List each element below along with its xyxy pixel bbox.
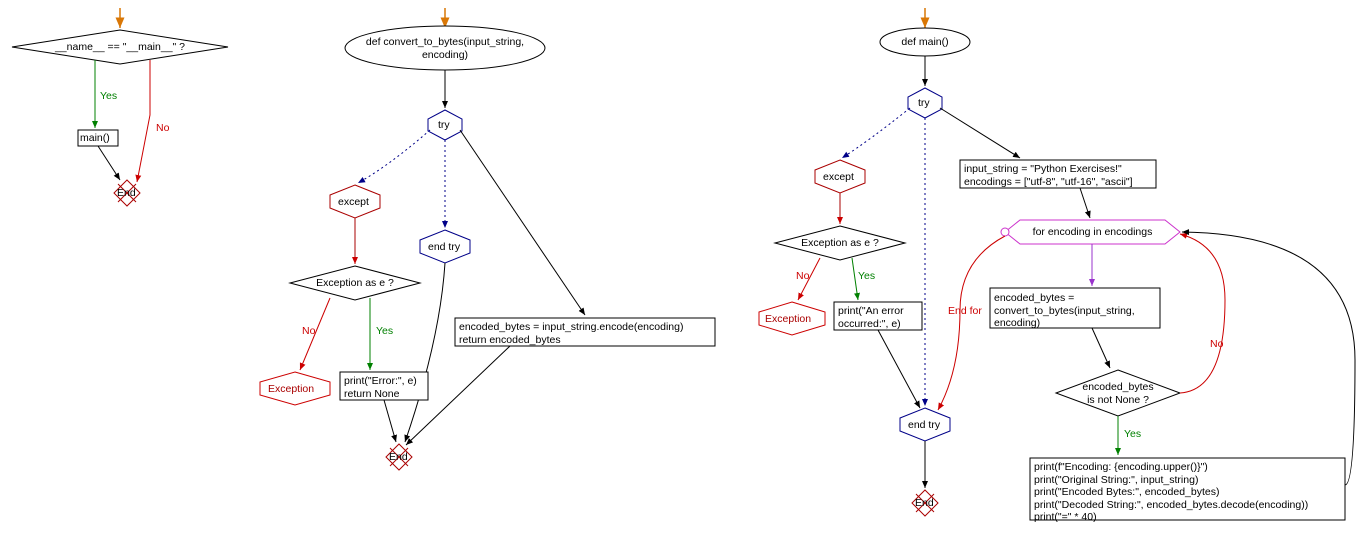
flowchart-canvas <box>0 0 1363 553</box>
